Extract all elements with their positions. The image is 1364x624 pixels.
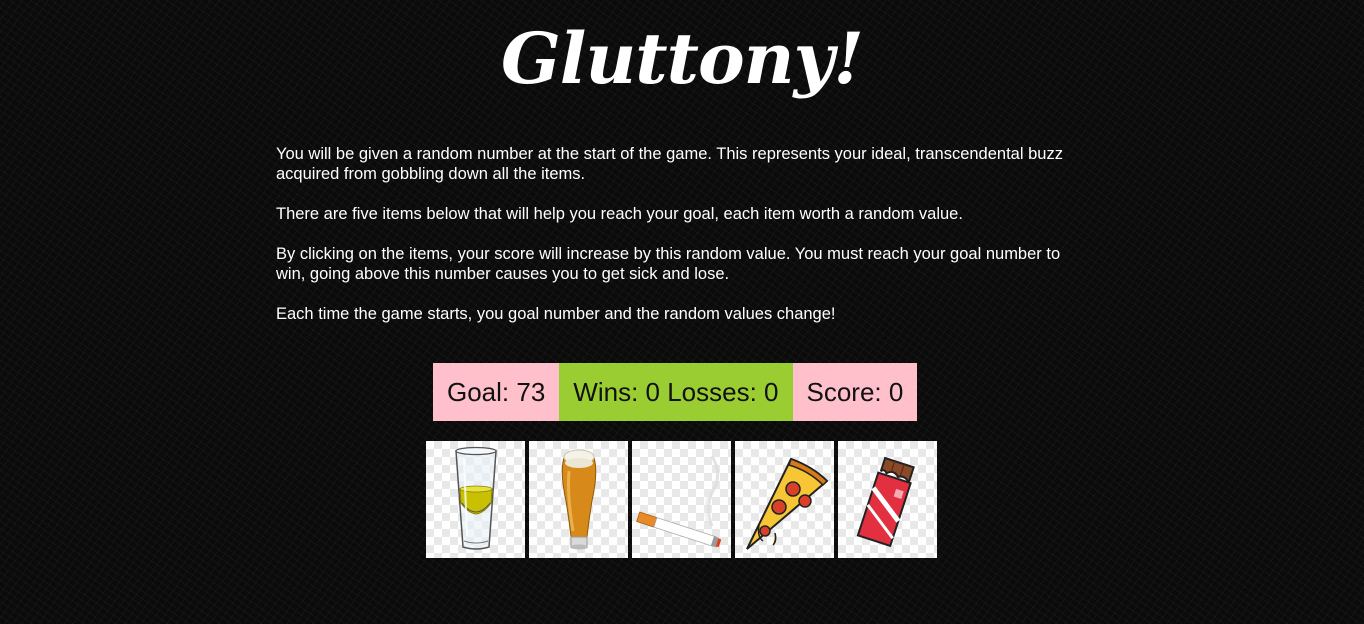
shot-glass-icon xyxy=(455,446,497,550)
item-beer-glass[interactable] xyxy=(529,441,628,558)
pizza-slice-icon xyxy=(746,457,829,550)
instructions: You will be given a random number at the… xyxy=(276,144,1066,344)
score-display: Score: 0 xyxy=(792,363,918,421)
instructions-paragraph: There are five items below that will hel… xyxy=(276,205,963,223)
goal-display: Goal: 73 xyxy=(433,363,560,421)
cigarette-icon xyxy=(636,455,722,548)
game-title: Gluttony! xyxy=(501,17,864,100)
item-pizza[interactable] xyxy=(735,441,834,558)
instructions-paragraph: You will be given a random number at the… xyxy=(276,145,1063,183)
item-cigarette[interactable] xyxy=(632,441,731,558)
item-row xyxy=(426,441,937,558)
item-shot-glass[interactable] xyxy=(426,441,525,558)
item-chocolate-bar[interactable] xyxy=(838,441,937,558)
chocolate-bar-icon xyxy=(856,456,915,548)
instructions-paragraph: By clicking on the items, your score wil… xyxy=(276,245,1061,283)
wins-losses-display: Wins: 0 Losses: 0 xyxy=(559,363,793,421)
instructions-paragraph: Each time the game starts, you goal numb… xyxy=(276,305,836,323)
scoreboard: Goal: 73 Wins: 0 Losses: 0 Score: 0 xyxy=(433,363,918,421)
beer-glass-icon xyxy=(561,449,597,550)
